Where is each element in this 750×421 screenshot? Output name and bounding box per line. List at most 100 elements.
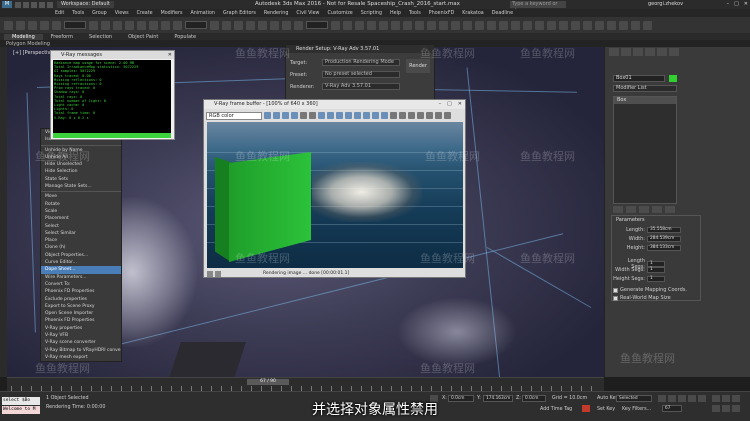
maximize-icon[interactable]: □ [734, 1, 739, 7]
scale-icon[interactable] [161, 20, 170, 30]
menu-item[interactable]: Tools [72, 11, 84, 16]
object-name-field[interactable]: Box01 [613, 75, 665, 82]
vray-sphere-icon[interactable] [535, 20, 544, 30]
quad-menu-item[interactable]: Move [41, 193, 121, 200]
phoenix-liquid-icon[interactable] [595, 20, 604, 30]
checkbox-icon[interactable] [613, 295, 618, 301]
make-unique-icon[interactable] [639, 206, 649, 213]
param-spinner[interactable]: 1 [647, 267, 665, 273]
menu-item[interactable]: Krakatoa [462, 11, 483, 16]
minimize-icon[interactable]: – [727, 1, 730, 7]
material-editor-icon[interactable] [415, 20, 424, 30]
angle-snap-icon[interactable] [258, 20, 267, 30]
quad-menu-item[interactable]: V-Ray VFB [41, 332, 121, 339]
quad-menu-item[interactable]: Open Scene Importer [41, 310, 121, 317]
unlink-icon[interactable] [40, 20, 49, 30]
blue-channel-icon[interactable] [291, 112, 298, 119]
quad-menu-item[interactable]: Export to Scene Proxy [41, 303, 121, 310]
phoenix-fd-icon[interactable] [583, 20, 592, 30]
link-icon[interactable] [28, 20, 37, 30]
track-mouse-icon[interactable] [345, 112, 352, 119]
menu-item[interactable]: Create [137, 11, 153, 16]
percent-snap-icon[interactable] [270, 20, 279, 30]
checkbox-icon[interactable] [613, 287, 618, 293]
menu-item[interactable]: Customize [328, 11, 353, 16]
quad-menu-item[interactable]: Phoenix FD Properties [41, 317, 121, 324]
quad-menu-item[interactable]: Exclude properties [41, 296, 121, 303]
vray-fur-icon[interactable] [559, 20, 568, 30]
save-icon[interactable] [318, 112, 325, 119]
real-world-map-checkbox[interactable]: Real-World Map Size [613, 295, 671, 301]
menu-item[interactable]: Group [92, 11, 107, 16]
menu-item[interactable]: Deadline [492, 11, 513, 16]
ribbon-tab[interactable]: Freeform [43, 34, 81, 40]
new-icon[interactable] [15, 1, 21, 8]
user-name[interactable]: georgi.zhekov [648, 1, 683, 7]
select-manipulate-icon[interactable] [222, 20, 231, 30]
display-tab-icon[interactable] [657, 48, 667, 56]
quad-menu-item[interactable]: Object Properties... [41, 252, 121, 259]
lut-icon[interactable] [426, 112, 433, 119]
param-spinner[interactable]: 284.539cm [647, 236, 681, 242]
red-channel-icon[interactable] [273, 112, 280, 119]
undo-icon[interactable] [39, 1, 45, 8]
channel-select[interactable]: RGB color [206, 111, 262, 120]
param-spinner[interactable]: 384.133cm [647, 245, 681, 251]
render-button[interactable]: Render [406, 59, 430, 73]
curve-editor-icon[interactable] [391, 20, 400, 30]
time-slider-track[interactable]: 67 / 90 [7, 377, 604, 391]
hierarchy-tab-icon[interactable] [633, 48, 643, 56]
green-channel-icon[interactable] [282, 112, 289, 119]
align-icon[interactable] [343, 20, 352, 30]
render-setup-icon[interactable] [427, 20, 436, 30]
ribbon-tab[interactable]: Populate [166, 34, 204, 40]
move-icon[interactable] [137, 20, 146, 30]
menu-item[interactable]: Views [115, 11, 129, 16]
spinner-snap-icon[interactable] [282, 20, 291, 30]
window-crossing-icon[interactable] [125, 20, 134, 30]
search-input[interactable]: Type a keyword or phrase [510, 1, 566, 14]
quad-menu-item[interactable]: Select Similar [41, 230, 121, 237]
time-slider[interactable]: 67 / 90 [247, 379, 289, 385]
render-last-icon[interactable] [363, 112, 370, 119]
krakatoa-icon[interactable] [631, 20, 640, 30]
quad-menu-item[interactable]: Rotate [41, 201, 121, 208]
phoenix-source-icon[interactable] [607, 20, 616, 30]
menu-item[interactable]: Graph Editors [223, 11, 256, 16]
quad-menu-item[interactable]: V-Ray Bitmap to VRayHDRI converter [41, 347, 121, 354]
named-selection-sets[interactable] [306, 21, 328, 29]
utilities-tab-icon[interactable] [669, 48, 679, 56]
quad-menu-item[interactable]: Select [41, 223, 121, 230]
vray-lights-icon[interactable] [511, 20, 520, 30]
quad-menu-item[interactable]: Convert To: [41, 281, 121, 288]
create-tab-icon[interactable] [609, 48, 619, 56]
edit-named-selection-icon[interactable] [294, 20, 303, 30]
render-in-cloud-icon[interactable] [475, 20, 484, 30]
quad-menu-item[interactable]: Place [41, 237, 121, 244]
quad-menu-item[interactable]: Curve Editor... [41, 259, 121, 266]
vray-mesh-icon[interactable] [571, 20, 580, 30]
render-target-select[interactable]: Production Rendering Mode [322, 59, 400, 66]
phoenix-helper-icon[interactable] [619, 20, 628, 30]
redo-icon[interactable] [16, 20, 25, 30]
quad-menu-item[interactable]: Clone (h) [41, 244, 121, 251]
quad-menu-item[interactable]: Manage State Sets... [41, 183, 121, 190]
renderer-select[interactable]: V-Ray Adv 3.57.01 [322, 83, 400, 90]
menu-item[interactable]: Scripting [361, 11, 382, 16]
monochrome-icon[interactable] [309, 112, 316, 119]
close-icon[interactable]: ✕ [168, 51, 172, 59]
rollout-title[interactable]: Parameters [616, 217, 645, 223]
menu-item[interactable]: Rendering [264, 11, 289, 16]
stereo-icon[interactable] [444, 112, 451, 119]
quad-menu-item[interactable]: V-Ray scene converter [41, 339, 121, 346]
place-icon[interactable] [173, 20, 182, 30]
save-icon[interactable] [31, 1, 37, 8]
color-corrections-icon[interactable] [390, 112, 397, 119]
render-preset-select[interactable]: No preset selected [322, 71, 400, 78]
quad-menu-item[interactable]: Scale [41, 208, 121, 215]
quad-menu-item[interactable]: Hide Selection [41, 168, 121, 175]
close-icon[interactable]: ✕ [458, 100, 462, 109]
ocio-icon[interactable] [435, 112, 442, 119]
open-icon[interactable] [23, 1, 29, 8]
quad-menu-item[interactable]: Placement [41, 215, 121, 222]
